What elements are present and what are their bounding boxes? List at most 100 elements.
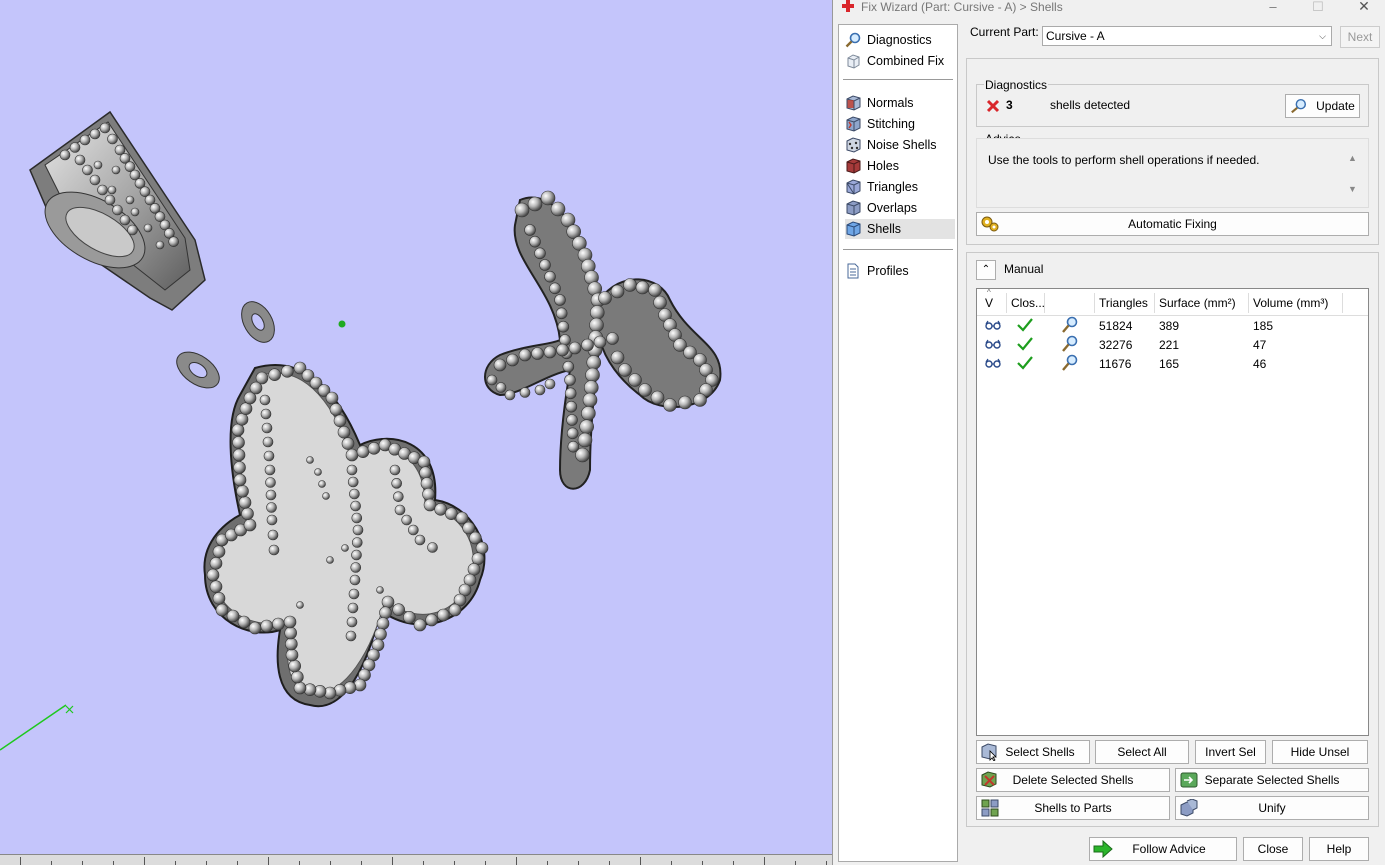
nav-item-label: Overlaps	[867, 201, 918, 215]
bead	[425, 613, 438, 627]
select-shells-button[interactable]: Select Shells	[976, 740, 1090, 764]
bead	[413, 618, 427, 632]
nav-item-combined-fix[interactable]: Combined Fix	[845, 51, 955, 71]
column-header-triangles[interactable]: Triangles	[1095, 293, 1155, 313]
nav-item-profiles[interactable]: Profiles	[845, 261, 955, 281]
nav-item-shells[interactable]: Shells	[845, 219, 955, 239]
cursive-a-shell[interactable]	[484, 190, 722, 490]
nav-item-overlaps[interactable]: Overlaps	[845, 198, 955, 218]
table-row[interactable]: 32276 221 47	[977, 335, 1368, 354]
ruler-tick	[82, 861, 83, 865]
bead	[239, 402, 253, 415]
table-row[interactable]: 51824 389 185	[977, 316, 1368, 335]
select-cube-icon	[981, 743, 997, 761]
collapse-manual-button[interactable]: ⌃	[976, 260, 996, 280]
select-all-button[interactable]: Select All	[1095, 740, 1189, 764]
bail-shell[interactable]	[29, 110, 206, 311]
bead	[585, 367, 600, 383]
eyeglasses-icon[interactable]	[985, 338, 1001, 350]
current-part-label: Current Part:	[970, 25, 1039, 39]
shells-cube-icon	[846, 221, 861, 237]
delete-selected-shells-button[interactable]: Delete Selected Shells	[976, 768, 1170, 792]
bead	[233, 473, 247, 487]
chevron-down-icon: ⌵	[1319, 31, 1326, 41]
nav-item-noise-shells[interactable]: Noise Shells	[845, 135, 955, 155]
nav-item-diagnostics[interactable]: Diagnostics	[845, 30, 955, 50]
pendant-shell[interactable]	[170, 296, 489, 708]
close-window-button[interactable]: ✕	[1349, 0, 1379, 14]
update-button[interactable]: Update	[1285, 94, 1360, 118]
nav-item-triangles[interactable]: Triangles	[845, 177, 955, 197]
ruler-tick	[51, 861, 52, 865]
scroll-down-icon[interactable]: ▼	[1348, 184, 1357, 194]
bead	[296, 601, 304, 609]
unify-button[interactable]: Unify	[1175, 796, 1369, 820]
shells-table[interactable]: ^ V Clos... Triangles Surface (mm²) Volu…	[976, 288, 1369, 736]
ruler-tick	[702, 861, 703, 865]
column-header-surface[interactable]: Surface (mm²)	[1155, 293, 1249, 313]
invert-selection-button[interactable]: Invert Sel	[1195, 740, 1266, 764]
bead	[389, 464, 401, 476]
shells-to-parts-button[interactable]: Shells to Parts	[976, 796, 1170, 820]
bead	[577, 432, 593, 448]
bead	[392, 603, 405, 616]
stitching-cube-icon	[846, 116, 861, 132]
column-header-closed[interactable]: Clos...	[1007, 293, 1045, 313]
help-button[interactable]: Help	[1309, 837, 1369, 861]
bead	[346, 464, 358, 476]
nav-item-holes[interactable]: Holes	[845, 156, 955, 176]
bead	[455, 511, 469, 525]
bead	[82, 164, 93, 176]
nav-item-stitching[interactable]: Stitching	[845, 114, 955, 134]
ruler-tick	[20, 857, 21, 865]
bead	[267, 529, 279, 541]
bead	[130, 207, 140, 217]
cube-icon	[847, 54, 860, 69]
bead	[264, 464, 276, 476]
bead	[653, 295, 667, 310]
bead	[519, 387, 531, 398]
bead	[272, 617, 285, 631]
maximize-button[interactable]: ☐	[1303, 0, 1333, 14]
scroll-up-icon[interactable]: ▲	[1348, 153, 1357, 163]
bead	[263, 450, 275, 462]
current-part-select[interactable]: Cursive - A ⌵	[1042, 26, 1332, 46]
3d-viewport[interactable]	[0, 0, 832, 865]
bead	[350, 500, 361, 512]
zoom-to-shell-icon[interactable]	[1061, 335, 1079, 353]
hide-unselected-button[interactable]: Hide Unsel	[1272, 740, 1368, 764]
close-button[interactable]: Close	[1243, 837, 1303, 861]
triangles-value: 51824	[1099, 319, 1133, 333]
nav-item-normals[interactable]: Normals	[845, 93, 955, 113]
column-header-visible[interactable]: V	[981, 293, 1007, 313]
column-header-volume[interactable]: Volume (mm³)	[1249, 293, 1343, 313]
bead	[284, 626, 297, 640]
ruler-tick	[795, 861, 796, 865]
table-row[interactable]: 11676 165 46	[977, 354, 1368, 373]
bead	[266, 514, 278, 526]
zoom-to-shell-icon[interactable]	[1061, 354, 1079, 372]
surface-value: 165	[1159, 357, 1180, 371]
surface-value: 389	[1159, 319, 1180, 333]
bead	[261, 422, 273, 434]
column-header-action[interactable]	[1045, 293, 1095, 313]
checkmark-icon	[1017, 356, 1033, 370]
follow-advice-button[interactable]: Follow Advice	[1089, 837, 1237, 861]
bead	[524, 224, 536, 236]
bead	[127, 224, 138, 236]
bead	[206, 568, 220, 582]
magnifier-icon	[845, 32, 861, 48]
automatic-fixing-button[interactable]: Automatic Fixing	[976, 212, 1369, 236]
bead	[408, 524, 419, 536]
next-button[interactable]: Next	[1340, 26, 1380, 48]
bead	[420, 477, 434, 490]
nav-item-label: Normals	[867, 96, 914, 110]
automatic-fixing-label: Automatic Fixing	[1128, 217, 1217, 231]
zoom-to-shell-icon[interactable]	[1061, 316, 1079, 334]
eyeglasses-icon[interactable]	[985, 319, 1001, 331]
ruler-tick	[175, 861, 176, 865]
separate-selected-shells-button[interactable]: Separate Selected Shells	[1175, 768, 1369, 792]
eyeglasses-icon[interactable]	[985, 357, 1001, 369]
minimize-button[interactable]: –	[1258, 0, 1288, 14]
bead	[543, 345, 557, 359]
